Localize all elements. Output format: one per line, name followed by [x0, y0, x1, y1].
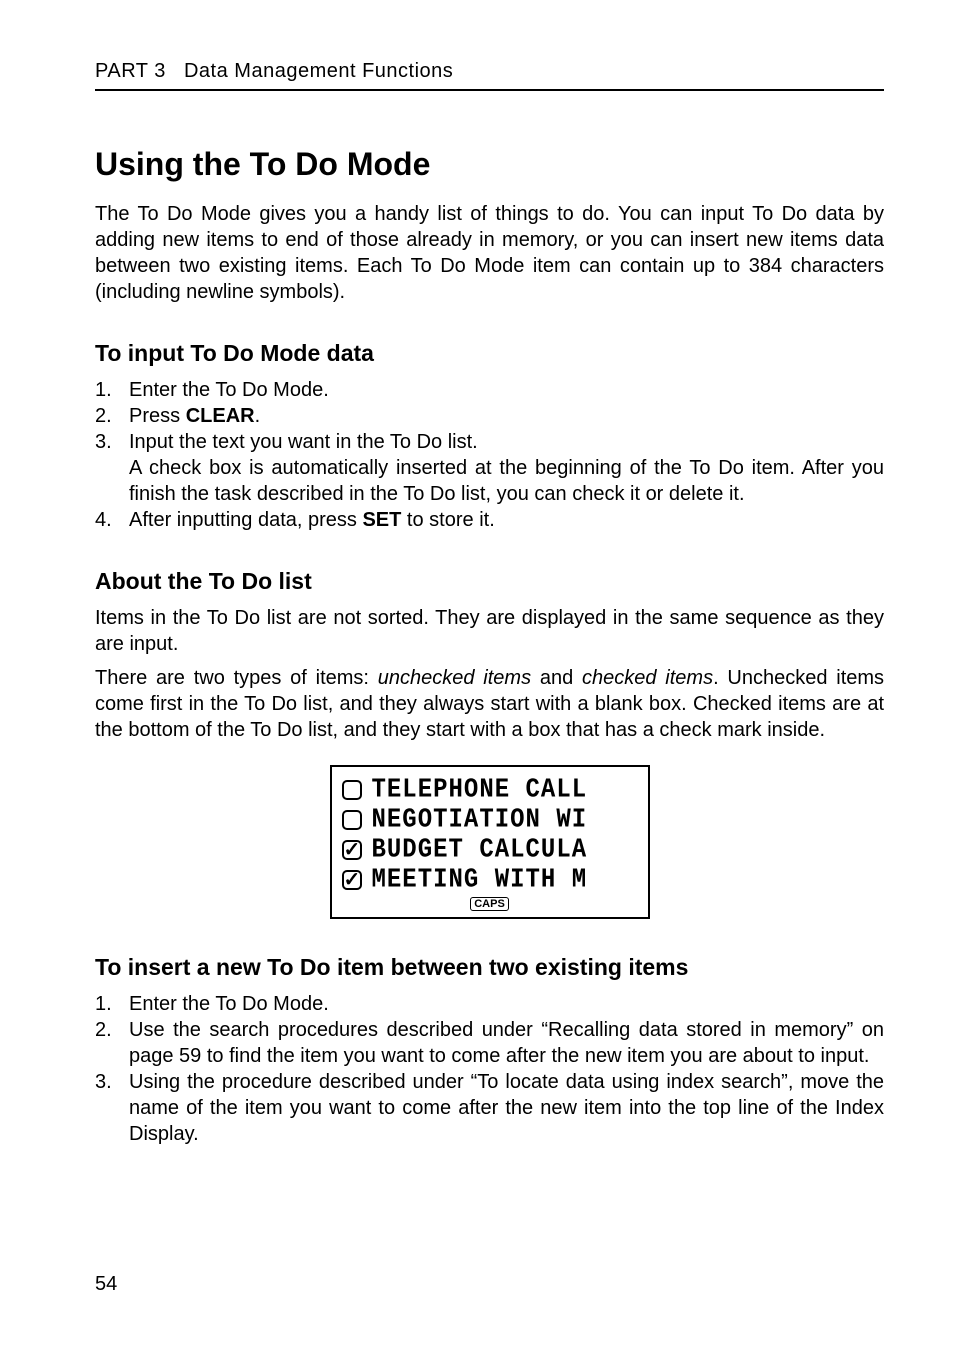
caps-indicator: CAPS	[470, 897, 509, 911]
header-section: Data Management Functions	[184, 60, 453, 82]
about-p2-b: unchecked items	[378, 667, 531, 689]
step-c3: Using the procedure described under “To …	[95, 1069, 884, 1147]
step-a4-key: SET	[362, 509, 401, 531]
step-c1: Enter the To Do Mode.	[95, 991, 884, 1017]
header-part: PART 3	[95, 60, 166, 82]
step-a2-key: CLEAR	[186, 405, 255, 427]
intro-paragraph: The To Do Mode gives you a handy list of…	[95, 201, 884, 305]
steps-input-data: Enter the To Do Mode. Press CLEAR. Input…	[95, 377, 884, 533]
lcd-row-0-text: TELEPHONE CALL	[372, 775, 588, 805]
heading-insert-item: To insert a new To Do item between two e…	[95, 954, 884, 981]
step-a4-post: to store it.	[401, 509, 494, 531]
step-a1-text: Enter the To Do Mode.	[129, 379, 329, 401]
lcd-row-1-text: NEGOTIATION WI	[372, 805, 588, 835]
step-a2-pre: Press	[129, 405, 186, 427]
lcd-caps-row: CAPS	[342, 897, 638, 911]
step-c1-text: Enter the To Do Mode.	[129, 993, 329, 1015]
steps-insert-item: Enter the To Do Mode. Use the search pro…	[95, 991, 884, 1147]
step-a4-pre: After inputting data, press	[129, 509, 362, 531]
step-a2-post: .	[255, 405, 261, 427]
about-p1: Items in the To Do list are not sorted. …	[95, 605, 884, 657]
about-p2-c: and	[531, 667, 582, 689]
checkbox-checked-icon	[342, 840, 362, 860]
header-rule	[95, 89, 884, 91]
lcd-row-3: MEETING WITH M	[342, 865, 638, 895]
checkbox-unchecked-icon	[342, 810, 362, 830]
running-header: PART 3 Data Management Functions	[95, 60, 884, 83]
about-p2-d: checked items	[582, 667, 713, 689]
step-c2: Use the search procedures described unde…	[95, 1017, 884, 1069]
lcd-display: TELEPHONE CALL NEGOTIATION WI BUDGET CAL…	[330, 765, 650, 919]
lcd-row-0: TELEPHONE CALL	[342, 775, 638, 805]
page-number: 54	[95, 1273, 117, 1296]
lcd-row-2: BUDGET CALCULA	[342, 835, 638, 865]
lcd-row-1: NEGOTIATION WI	[342, 805, 638, 835]
heading-about-list: About the To Do list	[95, 568, 884, 595]
lcd-row-3-text: MEETING WITH M	[372, 865, 588, 895]
step-a3: Input the text you want in the To Do lis…	[95, 429, 884, 507]
lcd-row-2-text: BUDGET CALCULA	[372, 835, 588, 865]
lcd-display-wrap: TELEPHONE CALL NEGOTIATION WI BUDGET CAL…	[95, 765, 884, 919]
step-a3-line2: A check box is automatically inserted at…	[129, 457, 884, 505]
step-a1: Enter the To Do Mode.	[95, 377, 884, 403]
checkbox-unchecked-icon	[342, 780, 362, 800]
about-p2: There are two types of items: unchecked …	[95, 665, 884, 743]
step-a3-line1: Input the text you want in the To Do lis…	[129, 431, 478, 453]
step-a4: After inputting data, press SET to store…	[95, 507, 884, 533]
page: PART 3 Data Management Functions Using t…	[0, 0, 954, 1346]
heading-input-data: To input To Do Mode data	[95, 340, 884, 367]
checkbox-checked-icon	[342, 870, 362, 890]
about-p2-a: There are two types of items:	[95, 667, 378, 689]
step-c2-text: Use the search procedures described unde…	[129, 1017, 884, 1069]
step-c3-text: Using the procedure described under “To …	[129, 1071, 884, 1145]
page-title: Using the To Do Mode	[95, 146, 884, 183]
step-a2: Press CLEAR.	[95, 403, 884, 429]
